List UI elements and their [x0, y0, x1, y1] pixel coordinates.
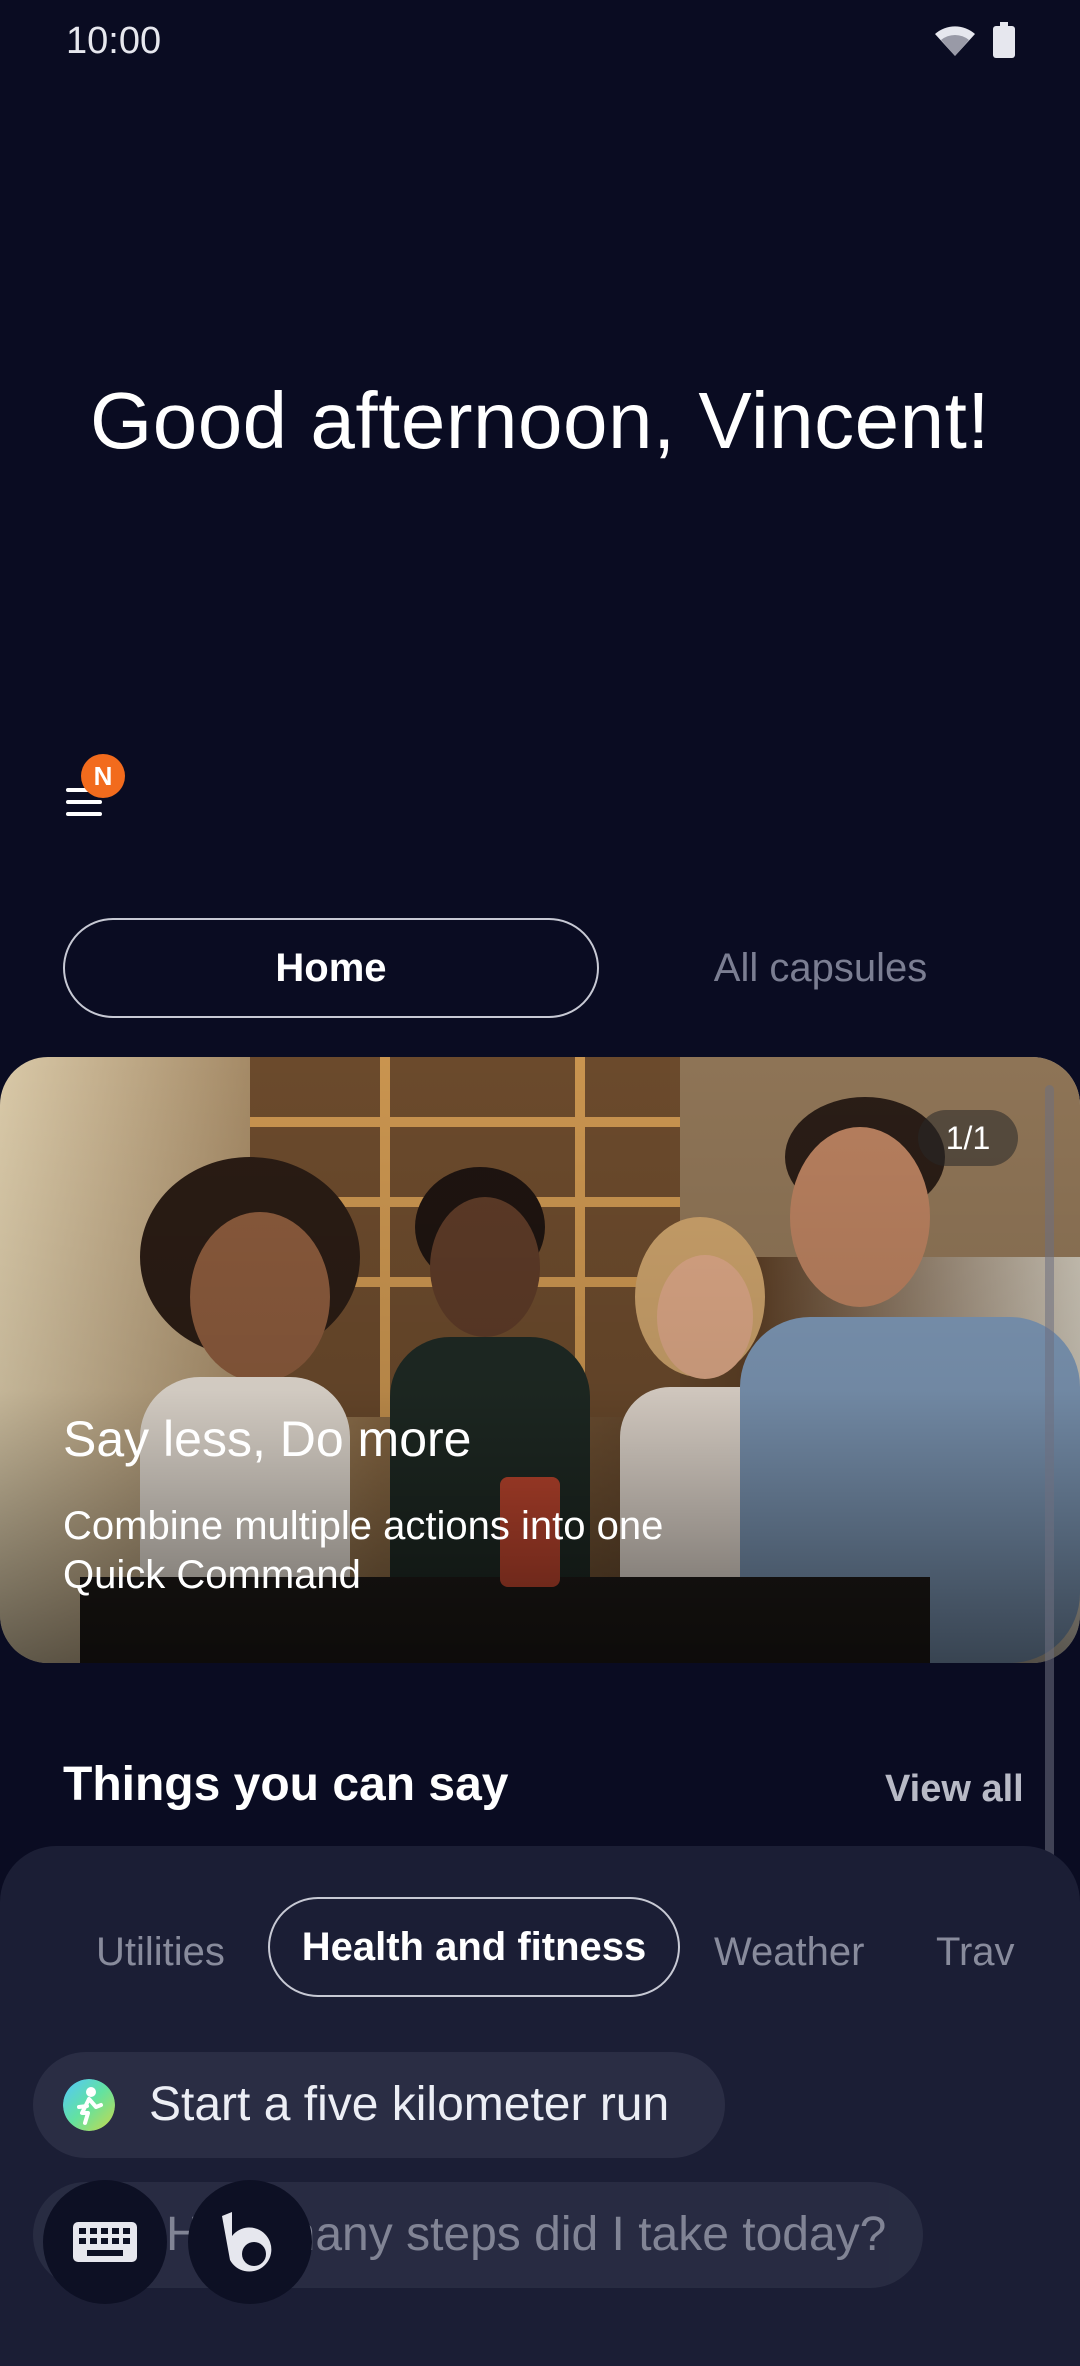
- keyboard-icon: [73, 2222, 137, 2262]
- category-chip-weather[interactable]: Weather: [714, 1902, 864, 2002]
- section-title: Things you can say: [63, 1758, 509, 1811]
- runner-icon: [63, 2079, 115, 2131]
- tab-bar: Home All capsules: [63, 918, 1018, 1022]
- notification-badge: N: [81, 754, 125, 798]
- menu-button[interactable]: N: [60, 750, 140, 830]
- category-chip-travel[interactable]: Trav: [936, 1902, 1026, 2002]
- hero-subtitle: Combine multiple actions into one Quick …: [63, 1504, 664, 1597]
- bixby-icon: [222, 2212, 272, 2272]
- status-bar: 10:00: [0, 0, 1080, 84]
- greeting-heading: Good afternoon, Vincent!: [89, 376, 991, 465]
- hero-page-counter: 1/1: [918, 1110, 1018, 1166]
- suggestion-text: Start a five kilometer run: [149, 2078, 670, 2131]
- status-time: 10:00: [66, 20, 162, 62]
- hero-title: Say less, Do more: [63, 1411, 472, 1467]
- view-all-link[interactable]: View all: [885, 1768, 1024, 1811]
- tab-home[interactable]: Home: [63, 918, 599, 1018]
- suggestion-item[interactable]: Start a five kilometer run: [33, 2052, 725, 2158]
- battery-icon: [993, 22, 1015, 58]
- wifi-icon: [935, 26, 975, 56]
- keyboard-button[interactable]: [43, 2180, 167, 2304]
- tab-all-capsules[interactable]: All capsules: [623, 918, 1018, 1018]
- category-chip-health-fitness[interactable]: Health and fitness: [268, 1897, 680, 1997]
- category-chip-utilities[interactable]: Utilities: [96, 1902, 225, 2002]
- bixby-button[interactable]: [188, 2180, 312, 2304]
